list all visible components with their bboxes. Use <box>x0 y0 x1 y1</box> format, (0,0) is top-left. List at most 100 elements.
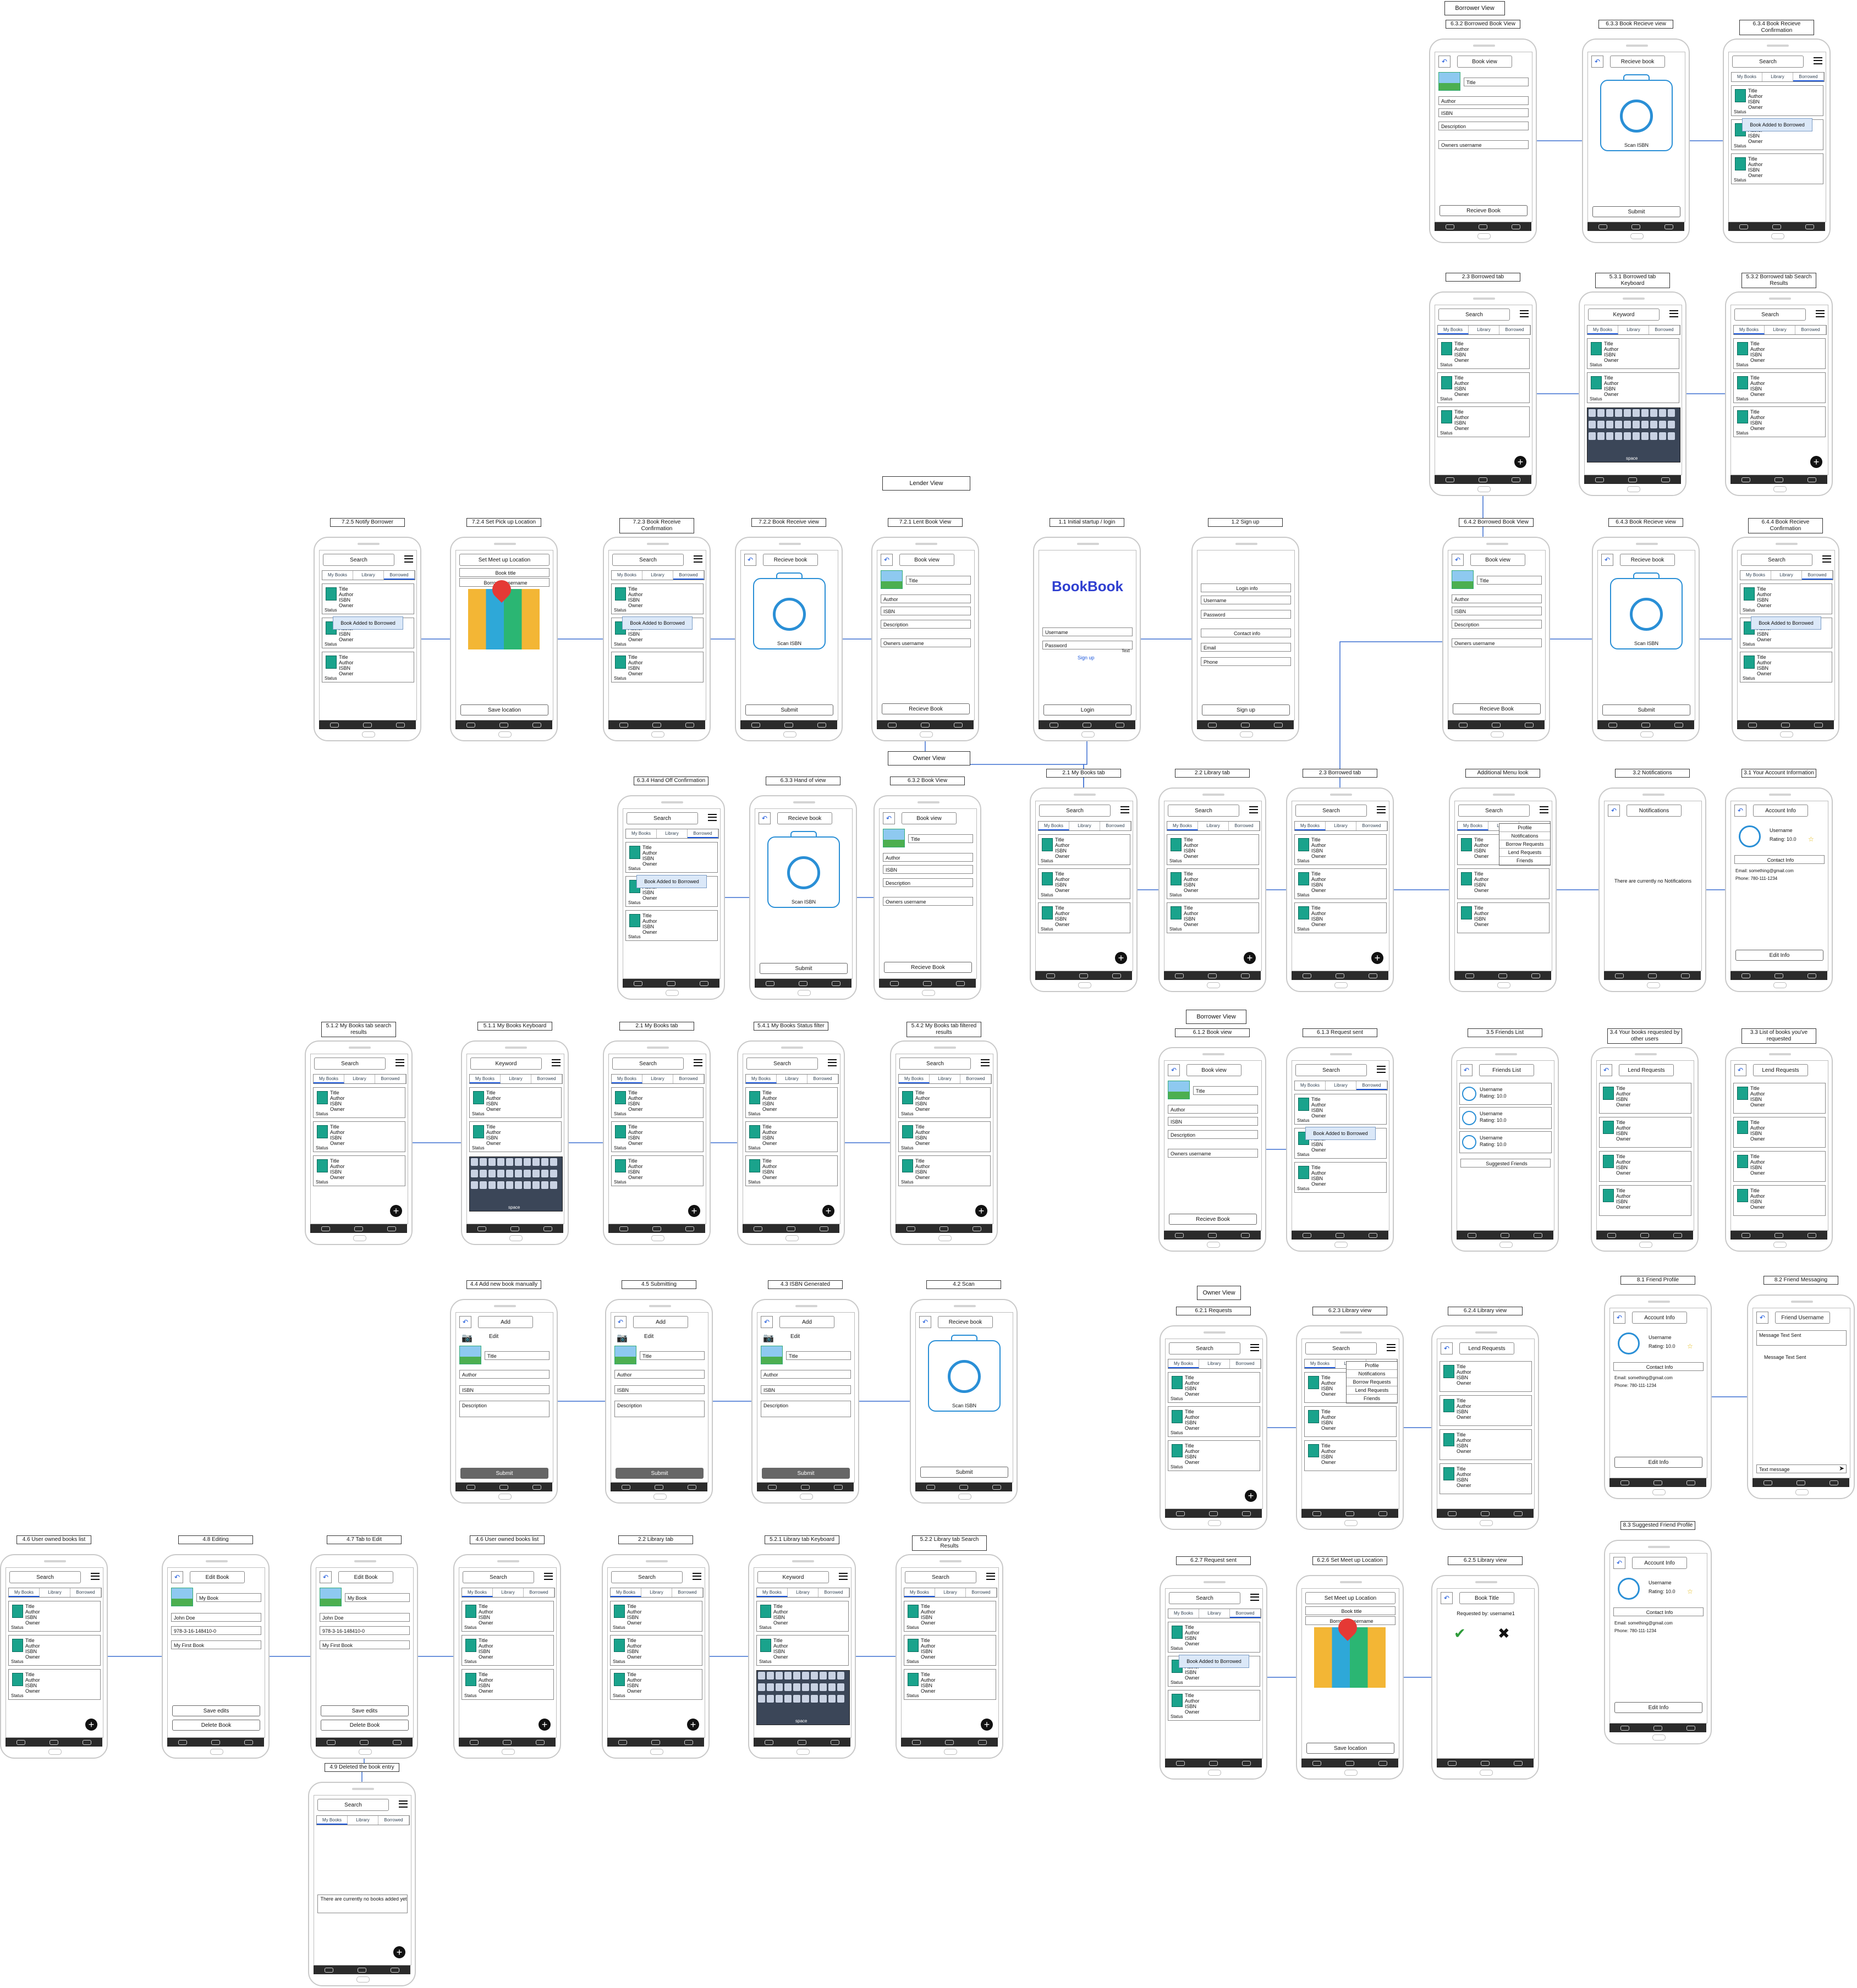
home-button[interactable] <box>1480 1520 1493 1526</box>
nav-button-icon[interactable] <box>751 723 760 728</box>
description-input[interactable]: My First Book <box>171 1640 261 1649</box>
search-input[interactable]: Search <box>1169 1342 1240 1354</box>
add-book-plus-icon[interactable]: + <box>688 1205 700 1217</box>
nav-button-icon[interactable] <box>926 1485 935 1490</box>
back-arrow-icon[interactable]: ↶ <box>1613 1557 1625 1569</box>
tab-borrowed[interactable]: Borrowed <box>1100 822 1131 830</box>
nav-button-icon[interactable] <box>619 723 628 728</box>
nav-button-icon[interactable] <box>945 1740 954 1745</box>
tab-my-books[interactable]: My Books <box>1039 822 1069 830</box>
menu-icon[interactable] <box>1250 1594 1259 1601</box>
search-input[interactable]: Search <box>1305 1342 1377 1354</box>
nav-button-icon[interactable] <box>1807 1233 1816 1238</box>
home-button[interactable] <box>1652 1734 1666 1741</box>
isbn-input[interactable]: 978-3-16-148410-0 <box>171 1626 261 1635</box>
list-item[interactable]: TitleAuthorISBNOwnerStatus <box>1733 372 1826 403</box>
list-item[interactable]: TitleAuthorISBNOwnerStatus <box>1294 1094 1387 1125</box>
nav-button-icon[interactable] <box>1378 1511 1387 1516</box>
list-item[interactable]: Title Author ISBN Owner <box>1457 868 1550 899</box>
nav-button-icon[interactable] <box>466 1485 475 1490</box>
list-item[interactable]: TitleAuthorISBNOwnerStatus <box>1038 834 1130 865</box>
keyboard-key[interactable] <box>828 1683 836 1691</box>
keyboard-key[interactable] <box>550 1170 557 1177</box>
search-input[interactable]: Search <box>746 1058 818 1070</box>
add-book-plus-icon[interactable]: + <box>539 1719 551 1731</box>
login-button[interactable]: Login <box>1043 704 1131 715</box>
submit-button[interactable]: Submit <box>1592 206 1680 217</box>
keyboard-key[interactable] <box>550 1181 557 1189</box>
keyboard-key[interactable] <box>820 1683 827 1691</box>
nav-button-icon[interactable] <box>1741 1233 1750 1238</box>
nav-button-icon[interactable] <box>820 1226 828 1231</box>
nav-button-icon[interactable] <box>1796 1480 1805 1485</box>
keyboard-key[interactable] <box>497 1158 504 1166</box>
tab-my-books[interactable]: My Books <box>462 1588 493 1597</box>
menu-icon[interactable] <box>1377 1066 1386 1073</box>
keyboard-key[interactable] <box>1633 409 1640 417</box>
keyboard-key[interactable] <box>1606 421 1613 428</box>
sign-up-button[interactable]: Sign up <box>1202 704 1290 715</box>
nav-button-icon[interactable] <box>1534 1233 1542 1238</box>
nav-button-icon[interactable] <box>393 1740 402 1745</box>
tab-library[interactable]: Library <box>493 1588 524 1597</box>
tab-library[interactable]: Library <box>1199 1609 1230 1618</box>
tab-library[interactable]: Library <box>344 1075 375 1083</box>
send-icon[interactable]: ➤ <box>1839 1464 1844 1472</box>
tab-borrowed[interactable]: Borrowed <box>1802 571 1833 580</box>
keyword-input[interactable]: Keyword <box>1588 309 1660 321</box>
home-button[interactable] <box>1078 982 1091 988</box>
back-arrow-icon[interactable]: ↶ <box>759 812 771 824</box>
home-button[interactable] <box>1640 731 1653 737</box>
nav-button-icon[interactable] <box>1498 973 1507 978</box>
home-button[interactable] <box>1208 1520 1221 1526</box>
tab-borrowed[interactable]: Borrowed <box>375 1075 406 1083</box>
home-button[interactable] <box>1344 1520 1358 1526</box>
search-input[interactable]: Search <box>9 1571 81 1583</box>
keyboard-key[interactable] <box>811 1695 818 1703</box>
back-arrow-icon[interactable]: ↶ <box>1441 1592 1453 1604</box>
menu-icon[interactable] <box>1669 310 1678 317</box>
nav-button-icon[interactable] <box>391 1968 399 1973</box>
list-item[interactable]: TitleAuthorISBNOwnerStatus <box>1294 1162 1387 1193</box>
nav-button-icon[interactable] <box>1615 973 1624 978</box>
keyboard-key[interactable] <box>1606 432 1613 440</box>
tab-library[interactable]: Library <box>1326 1081 1356 1090</box>
nav-button-icon[interactable] <box>466 723 475 728</box>
nav-button-icon[interactable] <box>543 1226 552 1231</box>
nav-button-icon[interactable] <box>1763 1480 1772 1485</box>
tab-borrowed[interactable]: Borrowed <box>1649 326 1680 334</box>
add-book-plus-icon[interactable]: + <box>975 1205 987 1217</box>
submit-button[interactable]: Submit <box>745 704 833 715</box>
list-item[interactable]: TitleAuthorISBNOwnerStatus <box>611 1155 704 1186</box>
back-arrow-icon[interactable]: ↶ <box>744 554 756 566</box>
recieve-book-button[interactable]: Recieve Book <box>882 703 970 714</box>
menu-item-borrow_requests[interactable]: Borrow Requests <box>1499 840 1550 849</box>
home-button[interactable] <box>958 1494 971 1500</box>
list-item[interactable]: TitleAuthorISBNOwnerStatus <box>1167 902 1259 933</box>
back-arrow-icon[interactable]: ↶ <box>1438 56 1451 68</box>
nav-button-icon[interactable] <box>470 1740 479 1745</box>
home-button[interactable] <box>1773 1242 1787 1248</box>
keyboard-key[interactable] <box>1650 432 1657 440</box>
tab-library[interactable]: Library <box>1618 326 1649 334</box>
description-input[interactable]: Description <box>761 1401 851 1417</box>
tab-borrowed[interactable]: Borrowed <box>1793 73 1824 81</box>
username-field[interactable]: Username <box>1201 596 1291 604</box>
nav-button-icon[interactable] <box>1598 224 1607 229</box>
submit-button[interactable]: Submit <box>760 963 848 974</box>
keyboard-key[interactable] <box>811 1672 818 1679</box>
nav-button-icon[interactable] <box>766 981 774 986</box>
list-item[interactable]: TitleAuthorISBNOwnerStatus <box>1731 153 1823 184</box>
keyboard-key[interactable] <box>506 1158 513 1166</box>
home-button[interactable] <box>944 1749 957 1755</box>
nav-button-icon[interactable] <box>1686 1726 1695 1731</box>
list-item[interactable]: TitleAuthorISBNOwnerStatus <box>1587 372 1679 403</box>
list-item[interactable]: TitleAuthorISBNOwnerStatus <box>461 1669 554 1700</box>
nav-button-icon[interactable] <box>396 723 405 728</box>
keyboard-key[interactable] <box>1641 409 1649 417</box>
nav-button-icon[interactable] <box>685 1226 694 1231</box>
keyboard-key[interactable] <box>1668 432 1675 440</box>
tab-library[interactable]: Library <box>1469 326 1499 334</box>
keyboard-key[interactable] <box>1659 421 1666 428</box>
isbn-input[interactable]: ISBN <box>614 1385 705 1394</box>
